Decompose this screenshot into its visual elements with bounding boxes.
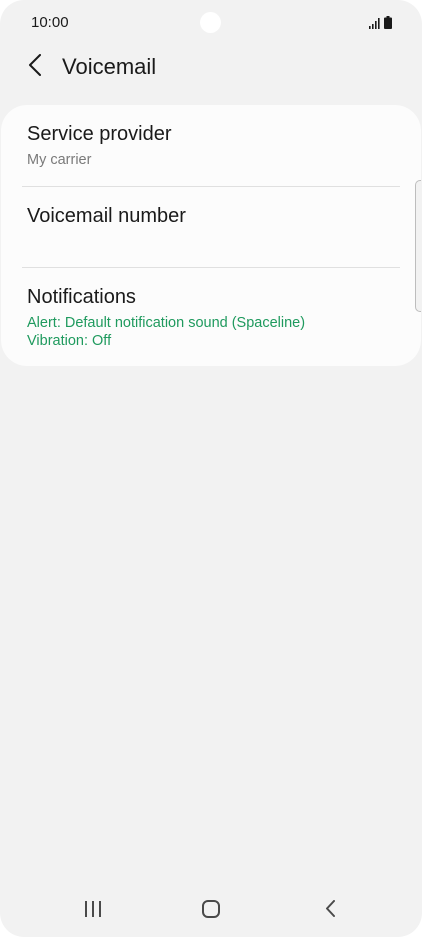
setting-service-provider[interactable]: Service provider My carrier: [1, 105, 421, 187]
setting-title: Notifications: [27, 286, 136, 308]
recents-icon: [84, 900, 102, 922]
nav-back-button[interactable]: [315, 898, 345, 924]
recents-button[interactable]: [78, 898, 108, 924]
back-button[interactable]: [20, 52, 50, 82]
app-header: Voicemail: [0, 46, 422, 90]
status-icons: [369, 15, 392, 29]
battery-icon: [384, 16, 392, 29]
status-bar: 10:00: [0, 0, 422, 46]
setting-voicemail-number[interactable]: Voicemail number: [1, 187, 421, 268]
home-button[interactable]: [196, 898, 226, 924]
setting-notifications[interactable]: Notifications Alert: Default notificatio…: [1, 268, 421, 366]
front-camera: [200, 12, 221, 33]
setting-title: Voicemail number: [27, 205, 186, 227]
setting-subtitle: Vibration: Off: [27, 333, 112, 349]
page-title: Voicemail: [62, 54, 157, 79]
back-icon: [325, 900, 335, 922]
setting-subtitle: My carrier: [27, 152, 92, 168]
status-time: 10:00: [31, 14, 69, 31]
settings-card: Service provider My carrier Voicemail nu…: [1, 105, 421, 366]
phone-screen: 10:00 Voicemail Service provider My carr…: [0, 0, 422, 937]
scroll-indicator[interactable]: [415, 180, 421, 312]
setting-subtitle: Alert: Default notification sound (Space…: [27, 315, 306, 331]
home-icon: [202, 899, 220, 923]
signal-icon: [369, 18, 381, 29]
setting-title: Service provider: [27, 123, 172, 145]
navigation-bar: [0, 884, 422, 937]
chevron-left-icon: [28, 53, 42, 81]
